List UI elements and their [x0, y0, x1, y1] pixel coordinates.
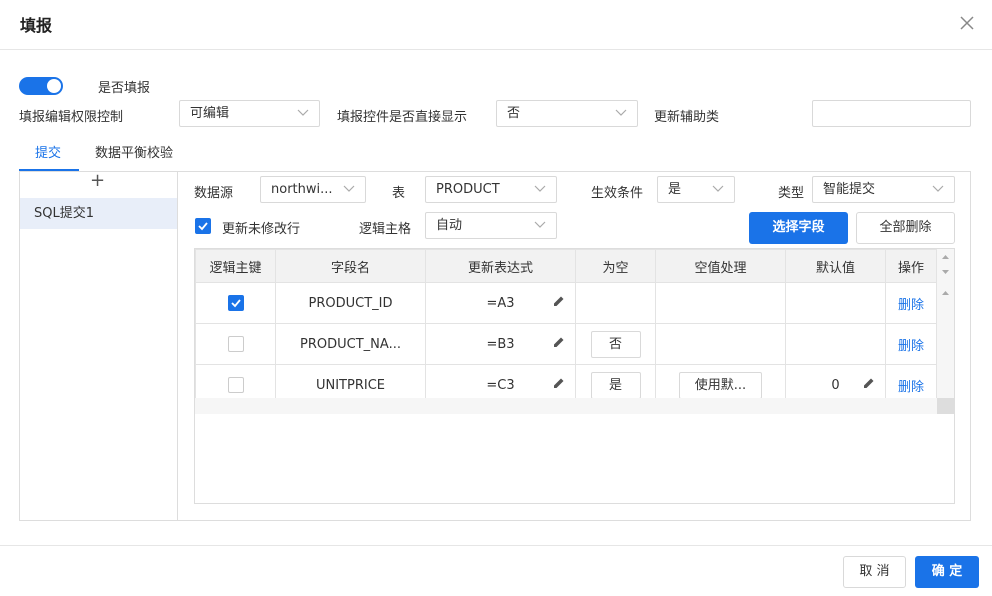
- logic-pk-select-value: 自动: [436, 218, 463, 233]
- datasource-select[interactable]: northwi...: [260, 176, 366, 203]
- pk-checkbox[interactable]: [227, 377, 244, 393]
- field-name-cell: PRODUCT_ID: [275, 282, 426, 324]
- update-unmodified-checkbox[interactable]: [195, 218, 211, 234]
- col-nullable: 为空: [575, 249, 656, 283]
- chevron-down-icon: [932, 185, 944, 192]
- pk-cell: [195, 323, 276, 365]
- table-label: 表: [392, 186, 406, 201]
- null-handling-cell: [655, 282, 786, 324]
- grid-horizontal-scrollbar[interactable]: [195, 398, 937, 414]
- permission-select-value: 可编辑: [190, 106, 230, 121]
- fill-toggle[interactable]: [19, 77, 63, 95]
- col-action: 操作: [885, 249, 937, 283]
- expr-value: =C3: [486, 377, 515, 393]
- dialog-title: 填报: [20, 16, 53, 35]
- close-icon[interactable]: [956, 12, 978, 34]
- datasource-select-value: northwi...: [271, 182, 333, 197]
- default-cell: [785, 282, 886, 324]
- permission-label: 填报编辑权限控制: [19, 110, 124, 125]
- scrollbar-corner: [937, 398, 954, 414]
- col-default: 默认值: [785, 249, 886, 283]
- pk-cell: [195, 282, 276, 324]
- col-null-handling: 空值处理: [655, 249, 786, 283]
- delete-all-button[interactable]: 全部删除: [856, 212, 955, 244]
- chevron-down-icon: [297, 109, 309, 116]
- toggle-label: 是否填报: [98, 81, 151, 96]
- submit-list-item[interactable]: SQL提交1: [20, 198, 177, 229]
- type-select[interactable]: 智能提交: [812, 176, 955, 203]
- check-icon: [230, 299, 241, 308]
- delete-row-link[interactable]: 删除: [898, 380, 924, 395]
- expr-value: =A3: [486, 295, 515, 311]
- null-handling-cell: [655, 323, 786, 365]
- delete-row-link[interactable]: 删除: [898, 298, 924, 313]
- grid-vertical-scrollbar[interactable]: [937, 249, 954, 414]
- nullable-select[interactable]: 是: [590, 371, 641, 399]
- table-select[interactable]: PRODUCT: [425, 176, 557, 203]
- chevron-down-icon: [534, 221, 546, 228]
- helper-label: 更新辅助类: [654, 110, 720, 125]
- permission-select[interactable]: 可编辑: [179, 100, 320, 127]
- add-submit-button[interactable]: +: [90, 170, 105, 191]
- logic-pk-label: 逻辑主格: [359, 222, 412, 237]
- direct-show-select[interactable]: 否: [496, 100, 638, 127]
- pk-checkbox[interactable]: [227, 295, 244, 311]
- toggle-knob: [47, 79, 61, 93]
- datasource-label: 数据源: [194, 186, 234, 201]
- check-icon: [198, 222, 208, 231]
- pencil-icon[interactable]: [863, 377, 875, 389]
- type-label: 类型: [778, 186, 805, 201]
- condition-label: 生效条件: [591, 186, 644, 201]
- pencil-icon[interactable]: [553, 336, 565, 348]
- nullable-select[interactable]: 否: [590, 330, 641, 358]
- direct-show-select-value: 否: [507, 106, 521, 121]
- table-row: PRODUCT_ID =A3 删除: [195, 282, 937, 324]
- tab-submit[interactable]: 提交: [35, 142, 61, 161]
- select-fields-button[interactable]: 选择字段: [749, 212, 848, 244]
- chevron-down-icon: [343, 185, 355, 192]
- default-value: 0: [831, 377, 840, 393]
- col-update-expr: 更新表达式: [425, 249, 576, 283]
- table-row: PRODUCT_NA... =B3 否 删除: [195, 323, 937, 365]
- dialog-header: [0, 0, 992, 50]
- tab-balance-check[interactable]: 数据平衡校验: [95, 142, 173, 161]
- direct-show-label: 填报控件是否直接显示: [337, 110, 468, 125]
- pencil-icon[interactable]: [553, 295, 565, 307]
- confirm-button[interactable]: 确 定: [915, 556, 979, 588]
- action-cell: 删除: [885, 282, 937, 324]
- table-select-value: PRODUCT: [436, 182, 500, 197]
- condition-select[interactable]: 是: [657, 176, 735, 203]
- chevron-down-icon: [712, 185, 724, 192]
- delete-row-link[interactable]: 删除: [898, 339, 924, 354]
- footer-divider: [0, 545, 992, 546]
- null-handling-button[interactable]: 使用默...: [679, 371, 762, 399]
- chevron-down-icon: [534, 185, 546, 192]
- expr-value: =B3: [486, 336, 515, 352]
- action-cell: 删除: [885, 323, 937, 365]
- field-grid: 逻辑主键 字段名 更新表达式 为空 空值处理 默认值 操作 PRODUCT_ID…: [195, 249, 937, 406]
- pencil-icon[interactable]: [553, 377, 565, 389]
- col-logic-pk: 逻辑主键: [195, 249, 276, 283]
- helper-input[interactable]: [812, 100, 971, 127]
- type-select-value: 智能提交: [823, 182, 876, 197]
- cancel-button[interactable]: 取 消: [843, 556, 906, 588]
- pk-checkbox[interactable]: [227, 336, 244, 352]
- field-name-cell: PRODUCT_NA...: [275, 323, 426, 365]
- default-cell: [785, 323, 886, 365]
- expr-cell[interactable]: =A3: [425, 282, 576, 324]
- logic-pk-select[interactable]: 自动: [425, 212, 557, 239]
- scroll-arrows-icon: [942, 255, 949, 295]
- condition-select-value: 是: [668, 182, 682, 197]
- grid-header-row: 逻辑主键 字段名 更新表达式 为空 空值处理 默认值 操作: [195, 249, 937, 283]
- col-field-name: 字段名: [275, 249, 426, 283]
- nullable-cell: 否: [575, 323, 656, 365]
- expr-cell[interactable]: =B3: [425, 323, 576, 365]
- update-unmodified-label: 更新未修改行: [222, 222, 301, 237]
- nullable-cell: [575, 282, 656, 324]
- chevron-down-icon: [615, 109, 627, 116]
